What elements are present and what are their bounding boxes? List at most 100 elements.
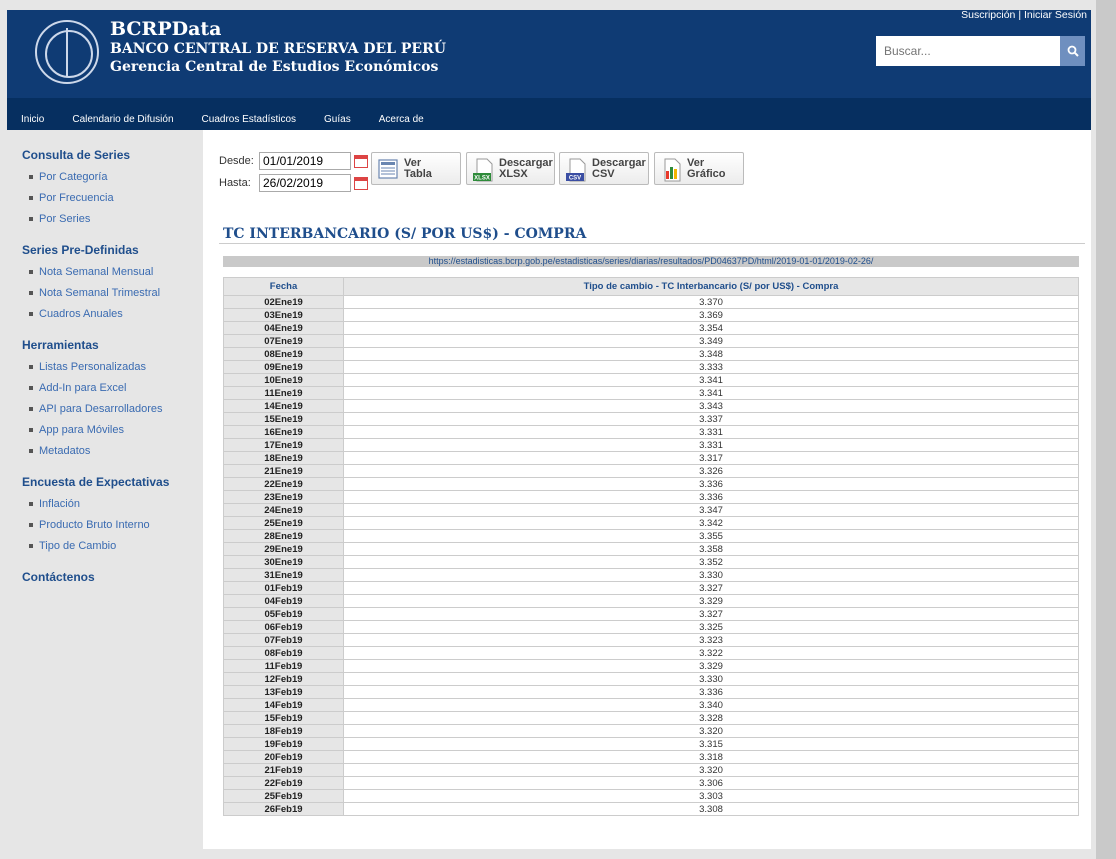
- subscribe-link[interactable]: Suscripción: [961, 9, 1015, 21]
- table-row: 11Ene19 3.341: [223, 386, 1079, 400]
- table-row: 20Feb19 3.318: [223, 750, 1079, 764]
- table-row: 19Feb19 3.315: [223, 737, 1079, 751]
- date-cell: 09Ene19: [223, 360, 344, 374]
- descargar-csv-line2: CSV: [592, 167, 615, 180]
- sidebar-item-addin-excel[interactable]: Add-In para Excel: [29, 382, 203, 394]
- value-cell: 3.347: [343, 503, 1079, 517]
- date-cell: 31Ene19: [223, 568, 344, 582]
- table-row: 18Feb19 3.320: [223, 724, 1079, 738]
- sidebar-item-pbi[interactable]: Producto Bruto Interno: [29, 519, 203, 531]
- table-row: 12Feb19 3.330: [223, 672, 1079, 686]
- value-cell: 3.341: [343, 373, 1079, 387]
- table-row: 22Feb19 3.306: [223, 776, 1079, 790]
- table-row: 03Ene19 3.369: [223, 308, 1079, 322]
- descargar-xlsx-button[interactable]: XLSX Descargar XLSX: [466, 152, 555, 185]
- table-row: 11Feb19 3.329: [223, 659, 1079, 673]
- value-cell: 3.341: [343, 386, 1079, 400]
- date-cell: 16Ene19: [223, 425, 344, 439]
- date-cell: 10Ene19: [223, 373, 344, 387]
- table-row: 10Ene19 3.341: [223, 373, 1079, 387]
- date-cell: 07Feb19: [223, 633, 344, 647]
- nav-inicio[interactable]: Inicio: [21, 114, 44, 125]
- sidebar-section-herramientas[interactable]: Herramientas: [22, 338, 203, 352]
- value-cell: 3.320: [343, 763, 1079, 777]
- sidebar-item-por-categoria[interactable]: Por Categoría: [29, 171, 203, 183]
- title-divider: [219, 243, 1085, 244]
- hasta-date-input[interactable]: [259, 174, 351, 192]
- date-controls: Desde: Hasta:: [219, 152, 368, 196]
- sidebar-item-por-frecuencia[interactable]: Por Frecuencia: [29, 192, 203, 204]
- sidebar-item-tipo-cambio[interactable]: Tipo de Cambio: [29, 540, 203, 552]
- series-url[interactable]: https://estadisticas.bcrp.gob.pe/estadis…: [223, 256, 1079, 267]
- sidebar-section-consulta[interactable]: Consulta de Series: [22, 148, 203, 162]
- date-cell: 30Ene19: [223, 555, 344, 569]
- date-cell: 23Ene19: [223, 490, 344, 504]
- table-icon: [378, 158, 398, 180]
- table-row: 06Feb19 3.325: [223, 620, 1079, 634]
- value-cell: 3.352: [343, 555, 1079, 569]
- descargar-csv-button[interactable]: CSV Descargar CSV: [559, 152, 649, 185]
- column-header-fecha: Fecha: [223, 277, 344, 296]
- main-content: Desde: Hasta: VerTabla XLSX DescargarXLS…: [203, 130, 1091, 849]
- sidebar-item-app-moviles[interactable]: App para Móviles: [29, 424, 203, 436]
- sidebar-item-metadatos[interactable]: Metadatos: [29, 445, 203, 457]
- date-cell: 25Ene19: [223, 516, 344, 530]
- table-row: 02Ene19 3.370: [223, 295, 1079, 309]
- ver-tabla-line2: Tabla: [404, 167, 432, 180]
- bcrp-logo-icon[interactable]: [35, 20, 99, 84]
- sidebar-item-nota-trimestral[interactable]: Nota Semanal Trimestral: [29, 287, 203, 299]
- value-cell: 3.337: [343, 412, 1079, 426]
- table-row: 07Ene19 3.349: [223, 334, 1079, 348]
- search-input[interactable]: [876, 36, 1060, 66]
- sidebar-item-nota-mensual[interactable]: Nota Semanal Mensual: [29, 266, 203, 278]
- sidebar-item-cuadros-anuales[interactable]: Cuadros Anuales: [29, 308, 203, 320]
- page-scrollbar[interactable]: [1096, 0, 1116, 859]
- nav-acerca[interactable]: Acerca de: [379, 114, 424, 125]
- sidebar-item-api[interactable]: API para Desarrolladores: [29, 403, 203, 415]
- sidebar-item-inflacion[interactable]: Inflación: [29, 498, 203, 510]
- date-cell: 06Feb19: [223, 620, 344, 634]
- value-cell: 3.336: [343, 685, 1079, 699]
- csv-file-icon: CSV: [566, 158, 586, 181]
- chart-icon: [661, 158, 681, 181]
- value-cell: 3.323: [343, 633, 1079, 647]
- desde-date-input[interactable]: [259, 152, 351, 170]
- sidebar-section-encuesta[interactable]: Encuesta de Expectativas: [22, 475, 203, 489]
- value-cell: 3.336: [343, 490, 1079, 504]
- value-cell: 3.329: [343, 659, 1079, 673]
- table-row: 04Feb19 3.329: [223, 594, 1079, 608]
- sidebar-section-predefinidas[interactable]: Series Pre-Definidas: [22, 243, 203, 257]
- value-cell: 3.322: [343, 646, 1079, 660]
- date-cell: 20Feb19: [223, 750, 344, 764]
- date-cell: 15Ene19: [223, 412, 344, 426]
- calendar-icon[interactable]: [354, 176, 368, 190]
- sidebar-item-listas[interactable]: Listas Personalizadas: [29, 361, 203, 373]
- brand: BCRPData BANCO CENTRAL DE RESERVA DEL PE…: [110, 18, 446, 76]
- login-link[interactable]: Iniciar Sesión: [1024, 9, 1087, 21]
- table-row: 28Ene19 3.355: [223, 529, 1079, 543]
- calendar-icon[interactable]: [354, 154, 368, 168]
- table-row: 23Ene19 3.336: [223, 490, 1079, 504]
- ver-grafico-button[interactable]: Ver Gráfico: [654, 152, 744, 185]
- search-box: [876, 36, 1085, 66]
- date-cell: 24Ene19: [223, 503, 344, 517]
- search-button[interactable]: [1060, 36, 1085, 66]
- sidebar-item-por-series[interactable]: Por Series: [29, 213, 203, 225]
- value-cell: 3.327: [343, 607, 1079, 621]
- nav-calendario[interactable]: Calendario de Difusión: [72, 114, 173, 125]
- table-row: 22Ene19 3.336: [223, 477, 1079, 491]
- nav-cuadros[interactable]: Cuadros Estadísticos: [202, 114, 297, 125]
- data-table: Fecha Tipo de cambio - TC Interbancario …: [223, 277, 1079, 816]
- sidebar-section-contacto[interactable]: Contáctenos: [22, 570, 203, 584]
- value-cell: 3.318: [343, 750, 1079, 764]
- xlsx-tag: XLSX: [474, 175, 490, 181]
- desde-label: Desde:: [219, 155, 254, 167]
- date-cell: 11Ene19: [223, 386, 344, 400]
- nav-guias[interactable]: Guías: [324, 114, 351, 125]
- date-cell: 04Feb19: [223, 594, 344, 608]
- value-cell: 3.354: [343, 321, 1079, 335]
- date-cell: 19Feb19: [223, 737, 344, 751]
- series-title: TC INTERBANCARIO (S/ POR US$) - COMPRA: [223, 226, 587, 242]
- brand-title[interactable]: BCRPData: [110, 18, 446, 40]
- ver-tabla-button[interactable]: Ver Tabla: [371, 152, 461, 185]
